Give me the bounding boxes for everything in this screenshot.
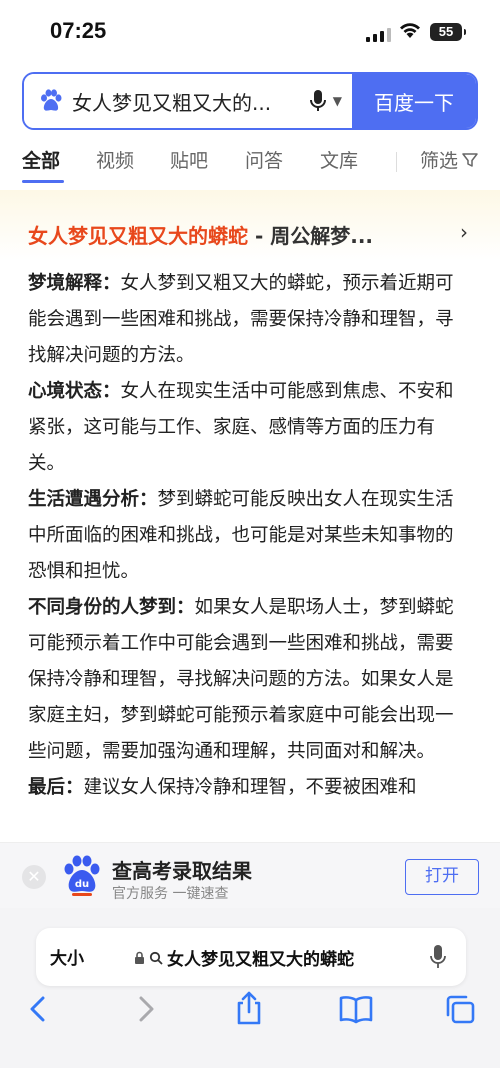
back-icon[interactable] [26, 994, 50, 1024]
paragraph-final: 最后：建议女人保持冷静和理智，不要被困难和 [28, 770, 466, 806]
svg-text:du: du [75, 879, 89, 890]
paragraph-label: 梦境解释： [28, 273, 121, 294]
tab-video[interactable]: 视频 [96, 146, 134, 173]
search-icon [149, 951, 163, 965]
baidu-paw-icon [41, 89, 62, 111]
paragraph-identity: 不同身份的人梦到：如果女人是职场人士，梦到蟒蛇可能预示着工作中可能会遇到一些困难… [28, 590, 466, 770]
filter-button[interactable]: 筛选 [420, 146, 478, 173]
paragraph-life-analysis: 生活遭遇分析：梦到蟒蛇可能反映出女人在现实生活中所面临的困难和挑战，也可能是对某… [28, 482, 466, 590]
close-icon[interactable]: ✕ [22, 865, 46, 889]
battery-indicator: 55 [430, 23, 466, 41]
paragraph-dream-explanation: 梦境解释：女人梦到又粗又大的蟒蛇，预示着近期可能会遇到一些困难和挑战，需要保持冷… [28, 266, 466, 374]
url-display: 女人梦见又粗又大的蟒蛇 [134, 945, 354, 970]
app-banner: ✕ du 查高考录取结果 官方服务 一键速查 打开 [0, 842, 500, 908]
tab-wenku[interactable]: 文库 [320, 146, 358, 173]
lock-icon [135, 951, 144, 964]
search-bar: 女人梦见又粗又大的... ▼ 百度一下 [22, 72, 478, 130]
url-text: 女人梦见又粗又大的蟒蛇 [167, 950, 354, 970]
text-size-button[interactable]: 大小 [50, 944, 84, 969]
result-title-rest: - 周公解梦... [248, 224, 374, 248]
filter-label: 筛选 [420, 150, 459, 172]
open-app-button[interactable]: 打开 [405, 859, 479, 895]
search-query: 女人梦见又粗又大的... [72, 90, 272, 115]
paragraph-label: 心境状态： [28, 381, 121, 402]
cellular-signal-icon [366, 26, 391, 42]
forward-icon[interactable] [134, 994, 158, 1024]
microphone-icon[interactable] [307, 88, 329, 114]
paragraph-label: 最后： [28, 777, 84, 798]
microphone-icon[interactable] [428, 943, 448, 971]
chevron-right-icon: › [460, 220, 468, 244]
share-icon[interactable] [234, 990, 264, 1026]
tab-all[interactable]: 全部 [22, 146, 60, 173]
banner-title: 查高考录取结果 [112, 859, 252, 883]
clock: 07:25 [50, 18, 107, 43]
divider [396, 152, 397, 172]
result-title-highlight: 女人梦见又粗又大的蟒蛇 [28, 224, 248, 248]
funnel-icon [462, 152, 478, 167]
result-title-link[interactable]: 女人梦见又粗又大的蟒蛇 - 周公解梦... › [28, 220, 468, 249]
search-submit-button[interactable]: 百度一下 [352, 74, 476, 128]
paragraph-text: 建议女人保持冷静和理智，不要被困难和 [83, 777, 417, 798]
chevron-down-icon[interactable]: ▼ [333, 94, 342, 108]
status-bar: 07:25 55 [0, 0, 500, 64]
paragraph-mood: 心境状态：女人在现实生活中可能感到焦虑、不安和紧张，这可能与工作、家庭、感情等方… [28, 374, 466, 482]
browser-toolbar: 大小 女人梦见又粗又大的蟒蛇 [0, 908, 500, 1068]
paragraph-label: 生活遭遇分析： [28, 489, 158, 510]
address-bar[interactable]: 大小 女人梦见又粗又大的蟒蛇 [36, 928, 466, 986]
paragraph-text: 如果女人是职场人士，梦到蟒蛇可能预示着工作中可能会遇到一些困难和挑战，需要保持冷… [28, 597, 454, 762]
baidu-app-logo: du [64, 855, 100, 896]
paragraph-label: 不同身份的人梦到： [28, 597, 195, 618]
banner-subtitle: 官方服务 一键速查 [112, 886, 229, 902]
tab-tieba[interactable]: 贴吧 [170, 146, 208, 173]
search-tabs: 全部 视频 贴吧 问答 文库 筛选 [0, 140, 500, 186]
wifi-icon [400, 23, 420, 38]
active-tab-indicator [22, 180, 64, 183]
result-body: 梦境解释：女人梦到又粗又大的蟒蛇，预示着近期可能会遇到一些困难和挑战，需要保持冷… [28, 266, 466, 806]
tab-qa[interactable]: 问答 [245, 146, 283, 173]
bookmarks-icon[interactable] [338, 994, 374, 1024]
search-input[interactable]: 女人梦见又粗又大的... ▼ [24, 74, 352, 128]
tabs-icon[interactable] [444, 994, 476, 1024]
